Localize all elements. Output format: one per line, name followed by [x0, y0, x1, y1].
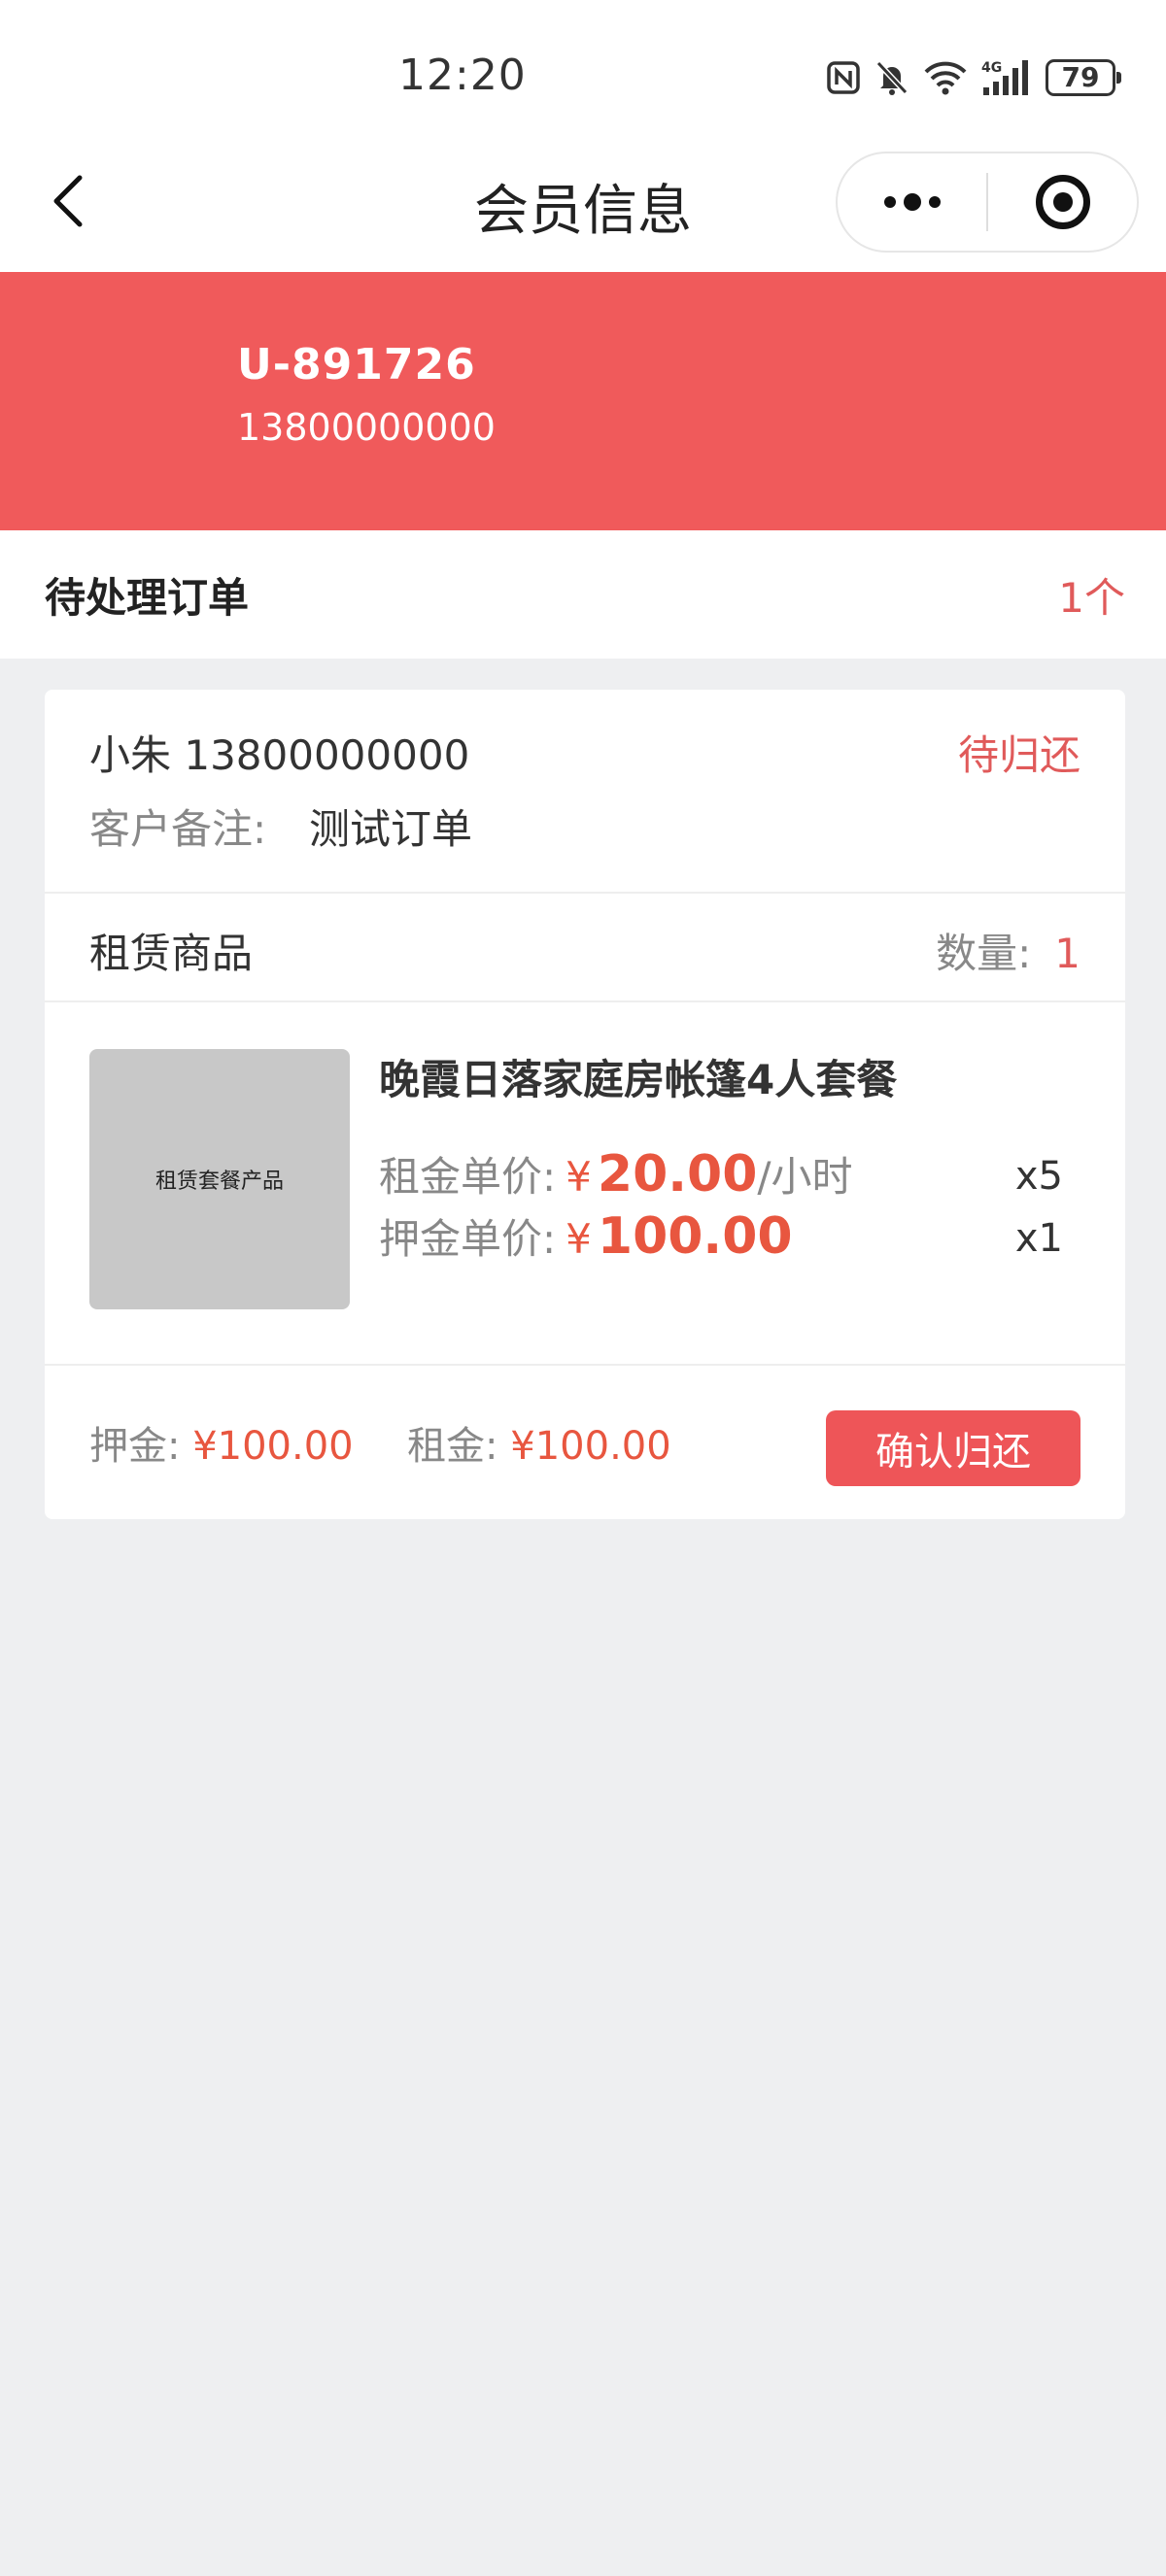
deposit-price-value: 100.00	[597, 1207, 793, 1266]
rent-price-unit: /小时	[757, 1153, 853, 1201]
rent-multiplier: x5	[1014, 1154, 1063, 1199]
product-item[interactable]: 租赁套餐产品 晚霞日落家庭房帐篷4人套餐 租金单价: ¥ 20.00 /小时 x…	[45, 1002, 1125, 1362]
deposit-total-label: 押金:	[89, 1424, 181, 1469]
order-totals: 押金: ¥100.00 租金: ¥100.00	[89, 1414, 671, 1471]
rent-price-row: 租金单价: ¥ 20.00 /小时	[379, 1144, 853, 1206]
rent-total-amount: ¥100.00	[510, 1424, 671, 1469]
quantity: 数量: 1	[936, 921, 1080, 980]
rent-currency: ¥	[566, 1153, 592, 1201]
deposit-price-label: 押金单价:	[379, 1215, 557, 1263]
svg-text:4G: 4G	[981, 60, 1002, 76]
deposit-price-row: 押金单价: ¥ 100.00	[379, 1206, 793, 1269]
product-name: 晚霞日落家庭房帐篷4人套餐	[379, 1056, 898, 1103]
battery-indicator: 79	[1046, 59, 1121, 96]
goods-title: 租赁商品	[89, 930, 254, 977]
close-miniprogram-button[interactable]	[988, 153, 1137, 251]
more-button[interactable]	[838, 153, 986, 251]
remark-label: 客户备注:	[89, 805, 267, 853]
mute-icon	[875, 60, 909, 95]
rent-price-value: 20.00	[597, 1145, 758, 1203]
pending-orders-header: 待处理订单 1个	[0, 530, 1166, 659]
order-card: 小朱 13800000000 待归还 客户备注: 测试订单 租赁商品 数量: 1 …	[45, 690, 1125, 1519]
nfc-icon	[827, 61, 860, 94]
quantity-label: 数量:	[936, 930, 1032, 977]
pending-orders-title: 待处理订单	[45, 574, 250, 622]
mini-program-capsule	[836, 152, 1139, 253]
status-bar: 12:20 4G 79	[0, 0, 1166, 146]
deposit-currency: ¥	[566, 1215, 592, 1263]
product-thumbnail: 租赁套餐产品	[89, 1049, 350, 1309]
customer-name-phone: 小朱 13800000000	[89, 731, 470, 779]
member-banner: U-891726 13800000000	[0, 272, 1166, 530]
deposit-total-amount: ¥100.00	[192, 1424, 354, 1469]
target-icon	[1035, 175, 1090, 229]
pending-orders-count: 1个	[1058, 574, 1125, 622]
order-status-badge: 待归还	[957, 731, 1080, 779]
order-info: 小朱 13800000000 待归还 客户备注: 测试订单	[45, 690, 1125, 892]
status-icons: 4G 79	[826, 56, 1121, 99]
status-time: 12:20	[398, 51, 527, 100]
rent-price-label: 租金单价:	[379, 1153, 557, 1201]
rent-total-label: 租金:	[407, 1424, 498, 1469]
deposit-multiplier: x1	[1014, 1216, 1063, 1261]
quantity-value: 1	[1054, 930, 1080, 977]
wifi-icon	[924, 61, 967, 95]
member-id: U-891726	[237, 340, 476, 390]
remark-value: 测试订单	[309, 805, 473, 853]
order-footer: 押金: ¥100.00 租金: ¥100.00 确认归还	[45, 1366, 1125, 1519]
goods-header: 租赁商品 数量: 1	[45, 894, 1125, 1000]
more-dots-icon	[883, 193, 941, 211]
4g-signal-icon: 4G	[981, 60, 1028, 95]
confirm-return-button[interactable]: 确认归还	[826, 1410, 1080, 1486]
nav-bar: 会员信息	[0, 146, 1166, 272]
member-phone: 13800000000	[237, 406, 496, 449]
